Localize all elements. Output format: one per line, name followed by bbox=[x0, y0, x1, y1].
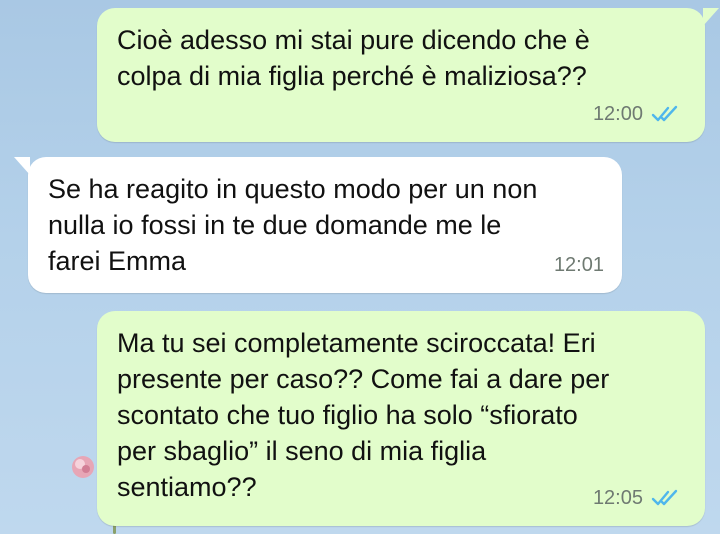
message-text-line: per sbaglio” il seno di mia figlia bbox=[117, 436, 487, 466]
message-time: 12:00 bbox=[592, 103, 643, 125]
message-text-line: Ma tu sei completamente sciroccata! Eri bbox=[117, 328, 596, 358]
message-meta: 12:05 bbox=[593, 480, 683, 516]
message-meta: 12:00 bbox=[593, 96, 683, 132]
message-text-line: scontato che tuo figlio ha solo “sfiorat… bbox=[117, 400, 578, 430]
message-text-line: presente per caso?? Come fai a dare per bbox=[117, 364, 610, 394]
message-text-line: farei Emma bbox=[48, 246, 187, 276]
bubble-tail bbox=[14, 157, 30, 175]
message-meta: 12:01 bbox=[554, 247, 604, 283]
message-bubble-incoming[interactable]: Se ha reagito in questo modo per un non … bbox=[14, 157, 622, 293]
message-text-line: Cioè adesso mi stai pure dicendo che è bbox=[117, 25, 590, 55]
message-time: 12:05 bbox=[592, 487, 643, 509]
wallpaper-flower-icon bbox=[72, 456, 94, 478]
message-text-line: Se ha reagito in questo modo per un non bbox=[48, 174, 538, 204]
message-text-line: nulla io fossi in te due domande me le bbox=[48, 210, 502, 240]
message-bubble-outgoing[interactable]: Cioè adesso mi stai pure dicendo che è c… bbox=[97, 8, 719, 142]
double-check-read-icon bbox=[651, 105, 678, 122]
message-text-line: colpa di mia figlia perché è maliziosa?? bbox=[117, 61, 587, 91]
message-bubble-outgoing[interactable]: Ma tu sei completamente sciroccata! Eri … bbox=[97, 311, 705, 526]
message-time: 12:01 bbox=[553, 254, 604, 276]
double-check-read-icon bbox=[651, 489, 678, 506]
bubble-tail bbox=[703, 8, 719, 26]
